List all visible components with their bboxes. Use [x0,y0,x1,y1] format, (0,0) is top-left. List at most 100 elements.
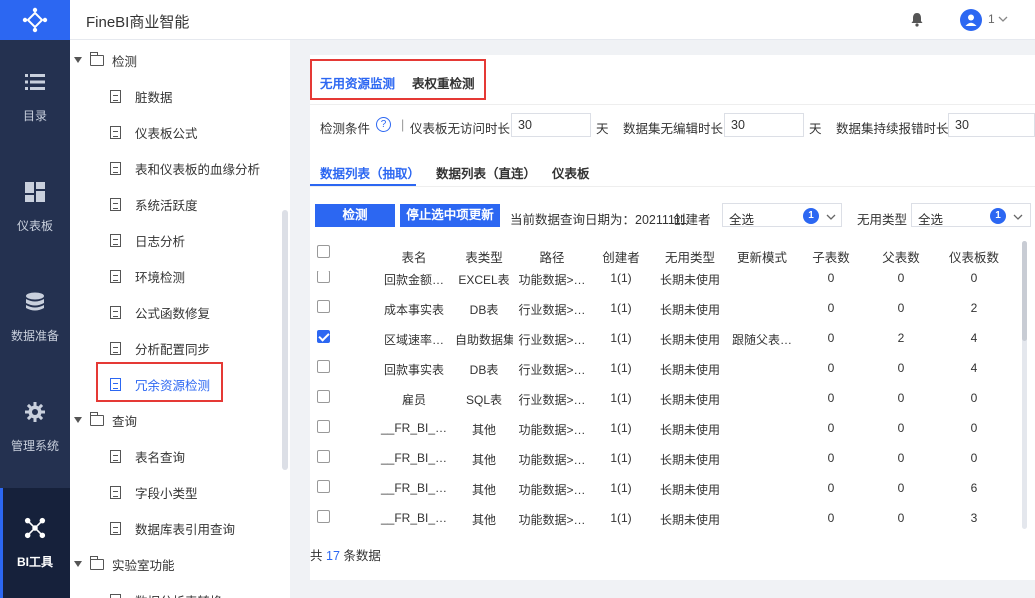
col-parents[interactable]: 父表数 [872,247,930,266]
folder-icon [90,555,104,570]
tree-group-detect[interactable]: 检测 [70,42,282,78]
tree-item[interactable]: 数据分析表转换 [70,582,282,598]
dashboard-idle-days-input[interactable] [511,113,591,137]
col-dashboards[interactable]: 仪表板数 [942,247,1006,266]
dataset-error-days-input[interactable] [948,113,1035,137]
cell-parents: 0 [897,391,905,405]
tree-item[interactable]: 表和仪表板的血缘分析 [70,150,282,186]
select-all-checkbox[interactable] [317,245,330,258]
row-checkbox[interactable] [317,420,330,433]
row-checkbox[interactable] [317,510,330,523]
nav-item-catalog[interactable]: 目录 [0,42,70,152]
finebi-logo[interactable] [0,0,70,40]
tree-item[interactable]: 数据库表引用查询 [70,510,282,546]
col-creator[interactable]: 创建者 [591,247,651,266]
table-row[interactable]: 雇员 SQL表 行业数据>… 1(1) 长期未使用 0 0 0 [310,383,1020,413]
col-update-mode[interactable]: 更新模式 [726,247,798,266]
table-row[interactable]: __FR_BI_… 其他 功能数据>… 1(1) 长期未使用 0 0 3 [310,503,1020,529]
tab-data-list-extract[interactable]: 数据列表（抽取） [320,163,420,182]
cell-creator: 1(1) [610,451,632,465]
nav-item-dashboard[interactable]: 仪表板 [0,152,70,262]
table-row[interactable]: 回款金额… EXCEL表 功能数据>… 1(1) 长期未使用 0 0 0 [310,271,1020,293]
row-checkbox[interactable] [317,330,330,343]
left-nav: 目录 仪表板 数据准备 管理系统 BI工具 [0,0,70,598]
nav-label: 管理系统 [10,438,59,453]
row-checkbox[interactable] [317,300,330,313]
row-checkbox[interactable] [317,271,330,283]
col-children[interactable]: 子表数 [802,247,860,266]
tree-item[interactable]: 环境检测 [70,258,282,294]
cell-unused-type: 长期未使用 [659,483,720,497]
cell-name: __FR_BI_… [380,481,448,495]
highlight-box-tabs [310,59,486,100]
table-row[interactable]: 成本事实表 DB表 行业数据>… 1(1) 长期未使用 0 0 2 [310,293,1020,323]
main-card: 无用资源监测 表权重检测 检测条件 ? | 仪表板无访问时长 天 数据集无编辑时… [310,55,1035,580]
tree-item[interactable]: 脏数据 [70,78,282,114]
stop-update-button[interactable]: 停止选中项更新 [400,204,500,227]
cell-name: __FR_BI_… [380,421,448,435]
chevron-down-icon[interactable] [998,13,1008,27]
unused-type-select[interactable]: 全选 1 [911,203,1031,227]
row-checkbox[interactable] [317,450,330,463]
detect-button[interactable]: 检测 [315,204,395,227]
gear-icon [24,401,46,423]
cell-type: SQL表 [465,393,502,407]
cell-children: 0 [827,361,835,375]
cell-unused-type: 长期未使用 [659,453,720,467]
tree-item[interactable]: 公式函数修复 [70,294,282,330]
nav-item-dataprep[interactable]: 数据准备 [0,262,70,372]
nav-item-admin[interactable]: 管理系统 [0,372,70,482]
tree-group-query[interactable]: 查询 [70,402,282,438]
col-type[interactable]: 表类型 [455,247,513,266]
cell-parents: 0 [897,451,905,465]
tree-item[interactable]: 系统活跃度 [70,186,282,222]
tree-group-lab[interactable]: 实验室功能 [70,546,282,582]
tree-item-label: 分析配置同步 [135,342,211,357]
tree-item[interactable]: 表名查询 [70,438,282,474]
col-path[interactable]: 路径 [517,247,587,266]
tree-item-label: 表名查询 [135,450,186,465]
cell-parents: 0 [897,361,905,375]
cell-name: 成本事实表 [383,303,444,317]
help-icon[interactable]: ? [376,117,391,132]
row-checkbox[interactable] [317,480,330,493]
table-scrollbar-thumb[interactable] [1022,241,1027,341]
document-icon [110,161,121,175]
tree-item[interactable]: 仪表板公式 [70,114,282,150]
creator-count-badge: 1 [803,208,819,224]
folder-icon [90,411,104,426]
dataset-no-edit-days-input[interactable] [724,113,804,137]
tree-item[interactable]: 分析配置同步 [70,330,282,366]
cell-path: 行业数据>… [518,363,586,377]
user-name[interactable]: 1 [988,12,995,26]
cell-path: 功能数据>… [518,423,586,437]
table-scrollbar[interactable] [1022,241,1027,529]
tree-item[interactable]: 字段小类型 [70,474,282,510]
cell-parents: 0 [897,271,905,285]
bell-icon[interactable] [910,12,924,30]
row-checkbox[interactable] [317,390,330,403]
tab-data-list-direct[interactable]: 数据列表（直连） [436,163,536,182]
tree-item-label: 字段小类型 [135,486,198,501]
chevron-down-icon [826,211,836,225]
creator-select[interactable]: 全选 1 [722,203,842,227]
tree-item-label: 系统活跃度 [135,198,198,213]
table-row[interactable]: __FR_BI_… 其他 功能数据>… 1(1) 长期未使用 0 0 0 [310,443,1020,473]
tree-scrollbar[interactable] [282,210,288,470]
tab-dashboard[interactable]: 仪表板 [552,163,590,182]
active-tab-underline [310,184,416,186]
tree-item[interactable]: 日志分析 [70,222,282,258]
table-row[interactable]: 回款事实表 DB表 行业数据>… 1(1) 长期未使用 0 0 4 [310,353,1020,383]
table-row[interactable]: 区域速率… 自助数据集 行业数据>… 1(1) 长期未使用 跟随父表… 0 2 4 [310,323,1020,353]
table-row[interactable]: __FR_BI_… 其他 功能数据>… 1(1) 长期未使用 0 0 6 [310,473,1020,503]
highlight-box-redundant [96,362,223,402]
row-checkbox[interactable] [317,360,330,373]
table-row[interactable]: __FR_BI_… 其他 功能数据>… 1(1) 长期未使用 0 0 0 [310,413,1020,443]
cell-type: 其他 [471,423,496,437]
user-icon [965,14,977,26]
toolbar: 检测 停止选中项更新 当前数据查询日期为：20211111 创建者 全选 1 无… [310,203,1035,229]
col-unused-type[interactable]: 无用类型 [658,247,722,266]
col-name[interactable]: 表名 [375,247,453,266]
avatar[interactable] [960,9,982,31]
nav-item-bitools[interactable]: BI工具 [0,488,70,598]
